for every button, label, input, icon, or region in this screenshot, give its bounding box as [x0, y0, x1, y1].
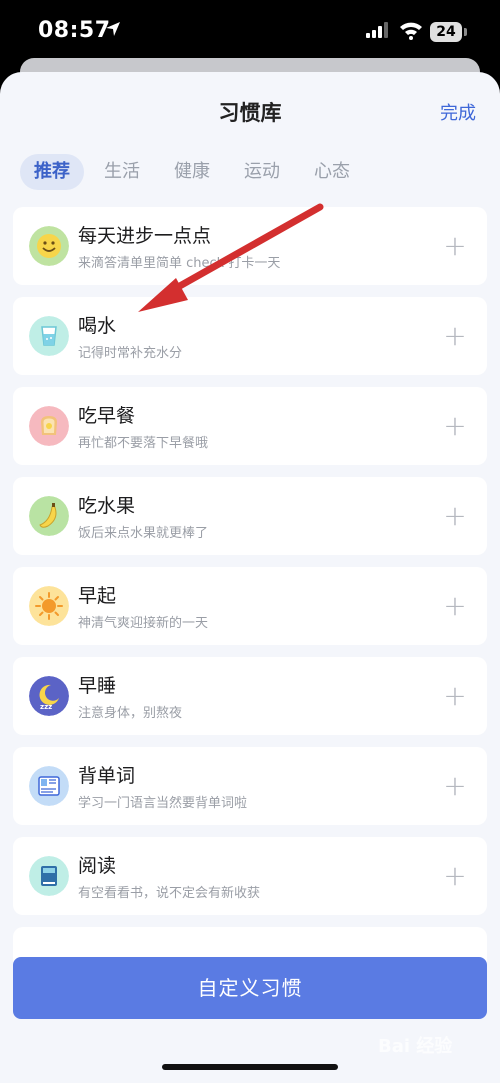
moon-icon: zzz	[29, 676, 69, 716]
battery-tip	[464, 28, 467, 36]
add-habit-icon[interactable]: +	[441, 772, 469, 800]
status-bar: 08:57 24	[0, 0, 500, 64]
location-arrow-icon	[106, 22, 120, 36]
habit-card-fruit[interactable]: 吃水果 饭后来点水果就更棒了 +	[13, 477, 487, 555]
add-habit-icon[interactable]: +	[441, 502, 469, 530]
sun-icon	[29, 586, 69, 626]
habit-subtitle: 再忙都不要落下早餐哦	[78, 436, 209, 451]
wifi-icon	[400, 22, 422, 40]
smiley-icon	[29, 226, 69, 266]
habit-title: 每天进步一点点	[78, 225, 212, 247]
habit-subtitle: 有空看看书，说不定会有新收获	[78, 886, 261, 901]
habit-card-vocabulary[interactable]: 背单词 学习一门语言当然要背单词啦 +	[13, 747, 487, 825]
habit-card-drink-water[interactable]: 喝水 记得时常补充水分 +	[13, 297, 487, 375]
done-button[interactable]: 完成	[440, 99, 476, 125]
toast-icon	[29, 406, 69, 446]
tab-mindset[interactable]: 心态	[300, 154, 364, 190]
category-tabs: 推荐 生活 健康 运动 心态	[20, 154, 370, 192]
add-habit-icon[interactable]: +	[441, 232, 469, 260]
habit-subtitle: 注意身体，别熬夜	[78, 706, 183, 721]
tab-life[interactable]: 生活	[90, 154, 154, 190]
banana-icon	[29, 496, 69, 536]
habit-title: 吃水果	[78, 495, 136, 517]
habit-library-sheet: 习惯库 完成 推荐 生活 健康 运动 心态 每天进步一点点 来滴答清单里简单 c…	[0, 72, 500, 1083]
reading-book-icon	[29, 856, 69, 896]
habit-subtitle: 神清气爽迎接新的一天	[78, 616, 209, 631]
habit-subtitle: 饭后来点水果就更棒了	[78, 526, 209, 541]
tab-recommended[interactable]: 推荐	[20, 154, 84, 190]
cellular-signal-icon	[366, 22, 388, 38]
watermark: Bai 经验	[378, 1036, 453, 1057]
tab-sports[interactable]: 运动	[230, 154, 294, 190]
home-indicator	[162, 1064, 338, 1070]
habit-subtitle: 学习一门语言当然要背单词啦	[78, 796, 248, 811]
habit-title: 早睡	[78, 675, 117, 697]
habit-card-early-rise[interactable]: 早起 神清气爽迎接新的一天 +	[13, 567, 487, 645]
add-habit-icon[interactable]: +	[441, 412, 469, 440]
habit-title: 喝水	[78, 315, 117, 337]
habit-title: 早起	[78, 585, 117, 607]
habit-title: 背单词	[78, 765, 136, 787]
add-habit-icon[interactable]: +	[441, 682, 469, 710]
add-habit-icon[interactable]: +	[441, 862, 469, 890]
habit-card-reading[interactable]: 阅读 有空看看书，说不定会有新收获 +	[13, 837, 487, 915]
battery-indicator: 24	[430, 22, 462, 42]
book-icon	[29, 766, 69, 806]
habit-title: 阅读	[78, 855, 117, 877]
custom-habit-button[interactable]: 自定义习惯	[13, 957, 487, 1019]
habit-list: 每天进步一点点 来滴答清单里简单 check 打卡一天 + 喝水 记得时常补充水…	[13, 207, 487, 1017]
tab-health[interactable]: 健康	[160, 154, 224, 190]
habit-card-breakfast[interactable]: 吃早餐 再忙都不要落下早餐哦 +	[13, 387, 487, 465]
habit-title: 吃早餐	[78, 405, 136, 427]
svg-text:zzz: zzz	[40, 703, 52, 711]
add-habit-icon[interactable]: +	[441, 592, 469, 620]
status-time: 08:57	[38, 18, 111, 43]
habit-card-early-sleep[interactable]: zzz 早睡 注意身体，别熬夜 +	[13, 657, 487, 735]
habit-subtitle: 来滴答清单里简单 check 打卡一天	[78, 256, 281, 271]
add-habit-icon[interactable]: +	[441, 322, 469, 350]
habit-card-progress[interactable]: 每天进步一点点 来滴答清单里简单 check 打卡一天 +	[13, 207, 487, 285]
water-glass-icon	[29, 316, 69, 356]
page-title: 习惯库	[218, 101, 282, 125]
habit-subtitle: 记得时常补充水分	[78, 346, 183, 361]
